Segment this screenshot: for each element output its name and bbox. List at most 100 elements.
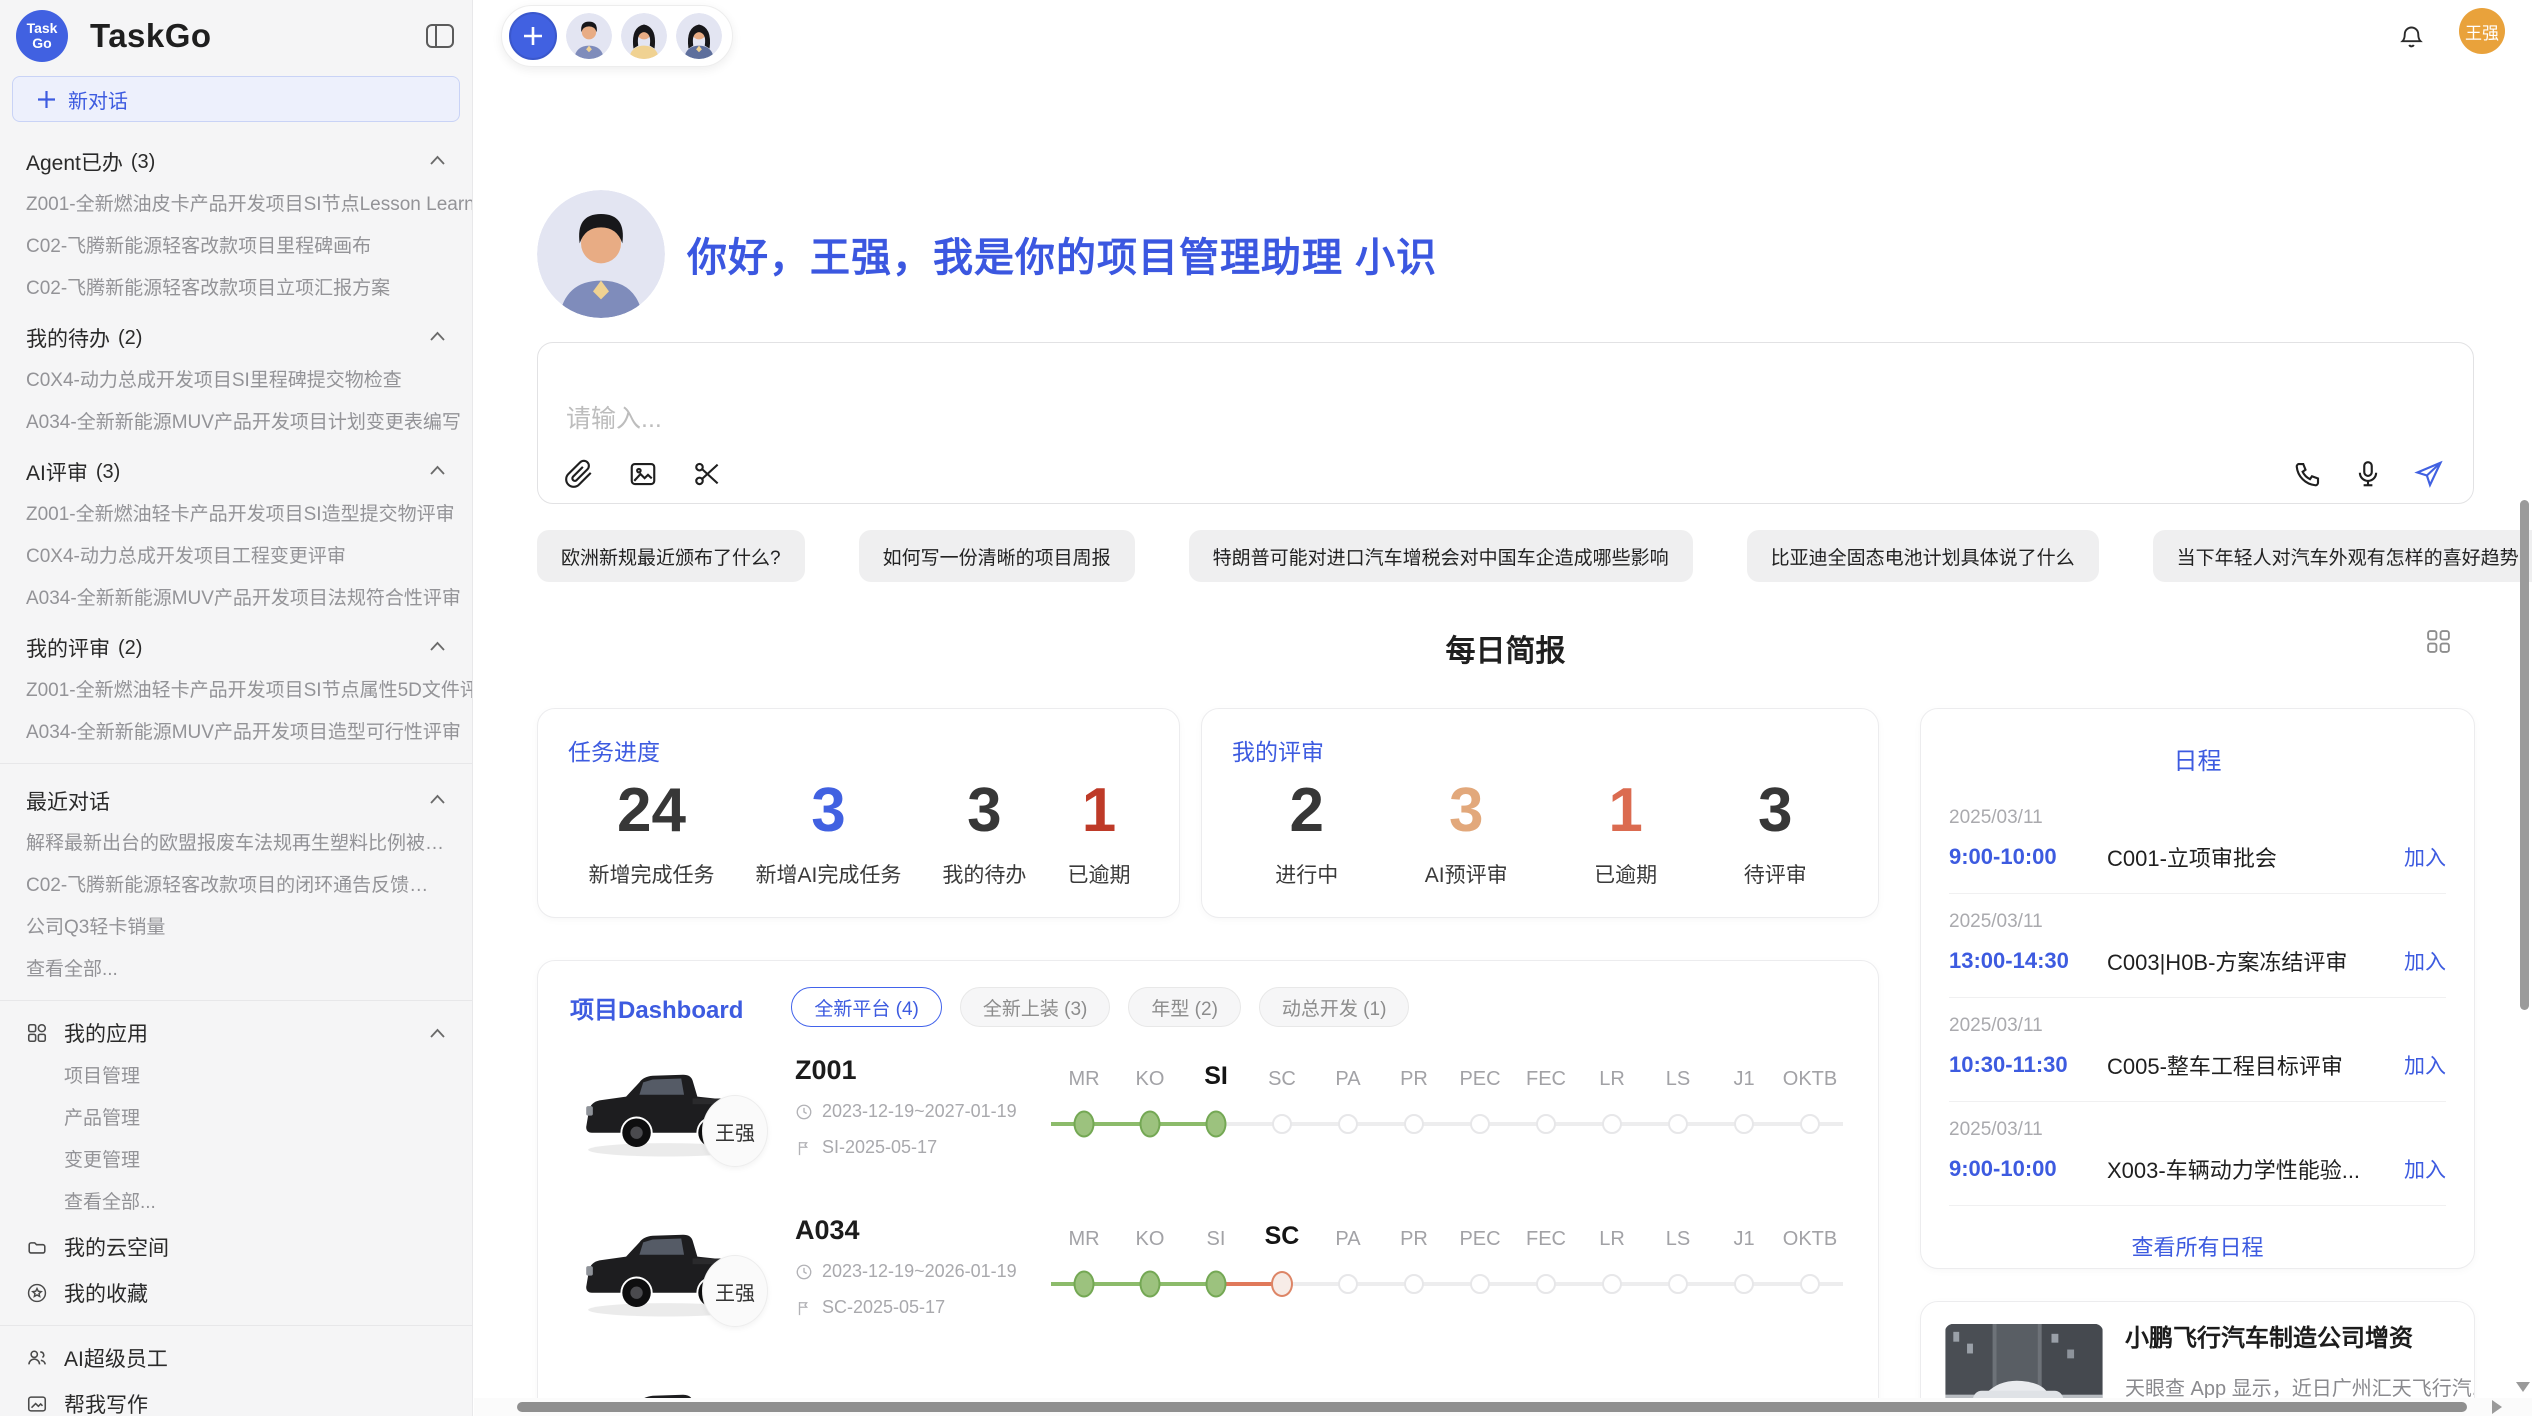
- project-row-A034[interactable]: 王强A0342023-12-19~2026-01-19SC-2025-05-17…: [538, 1197, 1878, 1357]
- milestone-ls: LS: [1645, 1057, 1711, 1197]
- sidebar-footer-item-1[interactable]: 帮我写作: [0, 1381, 472, 1416]
- milestone-label: PEC: [1459, 1057, 1500, 1091]
- milestone-label: PR: [1400, 1217, 1428, 1251]
- suggestion-chip-2[interactable]: 特朗普可能对进口汽车增税会对中国车企造成哪些影响: [1189, 530, 1693, 582]
- section-header-3[interactable]: 我的评审(2): [0, 620, 472, 670]
- sidebar-section-3: 我的评审(2)Z001-全新燃油轻卡产品开发项目SI节点属性5D文件评审A034…: [0, 620, 472, 754]
- suggestion-chip-0[interactable]: 欧洲新规最近颁布了什么?: [537, 530, 805, 582]
- divider: [0, 763, 472, 764]
- stat-item: 3AI预评审: [1425, 777, 1508, 889]
- briefing-left-column: 任务进度24新增完成任务3新增AI完成任务3我的待办1已逾期我的评审2进行中3A…: [537, 708, 1879, 1416]
- view-all-chats-link[interactable]: 查看全部...: [0, 949, 472, 991]
- suggestion-chip-1[interactable]: 如何写一份清晰的项目周报: [859, 530, 1135, 582]
- layout-grid-icon[interactable]: [2425, 628, 2452, 655]
- contact-avatar-2[interactable]: [621, 13, 667, 59]
- milestone-mr: MR: [1051, 1057, 1117, 1197]
- phone-call-icon[interactable]: [2293, 459, 2323, 489]
- join-meeting-link[interactable]: 加入: [2404, 946, 2446, 976]
- topbar: 王强: [474, 0, 2532, 72]
- notification-bell-icon[interactable]: [2398, 23, 2425, 50]
- event-title: X003-车辆动力学性能验...: [2107, 1153, 2404, 1185]
- view-all-apps-link[interactable]: 查看全部...: [0, 1182, 472, 1224]
- join-meeting-link[interactable]: 加入: [2404, 1154, 2446, 1184]
- image-icon[interactable]: [628, 459, 658, 489]
- my-apps-label: 我的应用: [64, 1018, 148, 1048]
- dashboard-tab-0[interactable]: 全新平台 (4): [791, 987, 942, 1027]
- dashboard-tab-1[interactable]: 全新上装 (3): [960, 987, 1111, 1027]
- chat-input[interactable]: [538, 343, 2473, 503]
- contact-avatar-1[interactable]: [566, 13, 612, 59]
- sidebar-task-item[interactable]: C02-飞腾新能源轻客改款项目里程碑画布: [0, 226, 472, 268]
- write-icon: [26, 1393, 48, 1415]
- section-header-2[interactable]: AI评审(3): [0, 444, 472, 494]
- attachment-icon[interactable]: [564, 459, 594, 489]
- sidebar-task-item[interactable]: Z001-全新燃油皮卡产品开发项目SI节点Lesson Learn报告: [0, 184, 472, 226]
- sidebar-item-my-cloud[interactable]: 我的云空间: [0, 1224, 472, 1270]
- milestone-dot-row: [1579, 1261, 1645, 1307]
- milestone-dot-row: [1645, 1101, 1711, 1147]
- taskgo-logo: Task Go: [16, 10, 68, 62]
- project-name: Z001: [795, 1055, 1051, 1086]
- join-meeting-link[interactable]: 加入: [2404, 842, 2446, 872]
- sidebar-item-my-apps[interactable]: 我的应用: [0, 1010, 472, 1056]
- suggestion-chip-3[interactable]: 比亚迪全固态电池计划具体说了什么: [1747, 530, 2099, 582]
- section-label: 最近对话: [26, 786, 110, 816]
- recent-chat-item[interactable]: 公司Q3轻卡销量: [0, 907, 472, 949]
- plus-icon: [37, 90, 56, 109]
- screenshot-scissors-icon[interactable]: [692, 459, 722, 489]
- app-item[interactable]: 项目管理: [0, 1056, 472, 1098]
- clock-icon: [795, 1263, 813, 1281]
- join-meeting-link[interactable]: 加入: [2404, 1050, 2446, 1080]
- project-node-label: SI-2025-05-17: [822, 1137, 937, 1158]
- recent-chats-header[interactable]: 最近对话: [0, 773, 472, 823]
- section-header-0[interactable]: Agent已办(3): [0, 134, 472, 184]
- milestone-dot: [1074, 1271, 1095, 1298]
- milestone-dot: [1602, 1114, 1622, 1134]
- sidebar-section-2: AI评审(3)Z001-全新燃油轻卡产品开发项目SI造型提交物评审C0X4-动力…: [0, 444, 472, 620]
- scroll-right-button[interactable]: [2492, 1400, 2502, 1414]
- stat-item: 24新增完成任务: [589, 777, 715, 889]
- microphone-icon[interactable]: [2353, 459, 2383, 489]
- chat-composer: [537, 342, 2474, 504]
- sidebar-footer-item-0[interactable]: AI超级员工: [0, 1335, 472, 1381]
- send-icon[interactable]: [2413, 459, 2443, 489]
- stats-row: 任务进度24新增完成任务3新增AI完成任务3我的待办1已逾期我的评审2进行中3A…: [537, 708, 1879, 918]
- milestone-label: PEC: [1459, 1217, 1500, 1251]
- suggestion-chip-4[interactable]: 当下年轻人对汽车外观有怎样的喜好趋势: [2153, 530, 2532, 582]
- horizontal-scrollbar-thumb[interactable]: [517, 1402, 2467, 1412]
- sidebar-item-my-favorites[interactable]: 我的收藏: [0, 1270, 472, 1316]
- sidebar-task-item[interactable]: A034-全新新能源MUV产品开发项目造型可行性评审: [0, 712, 472, 754]
- sidebar-task-item[interactable]: A034-全新新能源MUV产品开发项目法规符合性评审: [0, 578, 472, 620]
- new-chat-button[interactable]: 新对话: [12, 76, 460, 122]
- sidebar-task-item[interactable]: Z001-全新燃油轻卡产品开发项目SI节点属性5D文件评审: [0, 670, 472, 712]
- milestone-dot: [1206, 1271, 1227, 1298]
- contact-avatar-3[interactable]: [676, 13, 722, 59]
- section-header-1[interactable]: 我的待办(2): [0, 310, 472, 360]
- recent-chat-item[interactable]: C02-飞腾新能源轻客改款项目的闭环通告反馈情况: [0, 865, 472, 907]
- sidebar-task-item[interactable]: C02-飞腾新能源轻客改款项目立项汇报方案: [0, 268, 472, 310]
- milestone-ls: LS: [1645, 1217, 1711, 1357]
- scroll-down-button[interactable]: [2516, 1382, 2530, 1392]
- stat-card-title: 任务进度: [568, 733, 1151, 767]
- milestone-pr: PR: [1381, 1057, 1447, 1197]
- milestone-dot: [1734, 1274, 1754, 1294]
- sidebar-task-item[interactable]: C0X4-动力总成开发项目SI里程碑提交物检查: [0, 360, 472, 402]
- schedule-event-1: 2025/03/1113:00-14:30C003|H0B-方案冻结评审加入: [1949, 894, 2446, 998]
- app-item[interactable]: 变更管理: [0, 1140, 472, 1182]
- app-item[interactable]: 产品管理: [0, 1098, 472, 1140]
- dashboard-tab-2[interactable]: 年型 (2): [1128, 987, 1241, 1027]
- project-row-Z001[interactable]: 王强Z0012023-12-19~2027-01-19SI-2025-05-17…: [538, 1037, 1878, 1197]
- event-time: 9:00-10:00: [1949, 844, 2107, 870]
- sidebar-collapse-icon[interactable]: [424, 22, 456, 50]
- event-date: 2025/03/11: [1949, 1015, 2446, 1037]
- sidebar-task-item[interactable]: A034-全新新能源MUV产品开发项目计划变更表编写: [0, 402, 472, 444]
- vertical-scrollbar-thumb[interactable]: [2520, 500, 2529, 1010]
- add-contact-button[interactable]: [509, 12, 557, 60]
- dashboard-tab-3[interactable]: 动总开发 (1): [1259, 987, 1410, 1027]
- milestone-label: PA: [1335, 1217, 1360, 1251]
- view-all-schedule-link[interactable]: 查看所有日程: [1949, 1206, 2446, 1286]
- recent-chat-item[interactable]: 解释最新出台的欧盟报废车法规再生塑料比例被调至15%...: [0, 823, 472, 865]
- sidebar-task-item[interactable]: C0X4-动力总成开发项目工程变更评审: [0, 536, 472, 578]
- sidebar-task-item[interactable]: Z001-全新燃油轻卡产品开发项目SI造型提交物评审: [0, 494, 472, 536]
- user-avatar[interactable]: 王强: [2459, 8, 2505, 54]
